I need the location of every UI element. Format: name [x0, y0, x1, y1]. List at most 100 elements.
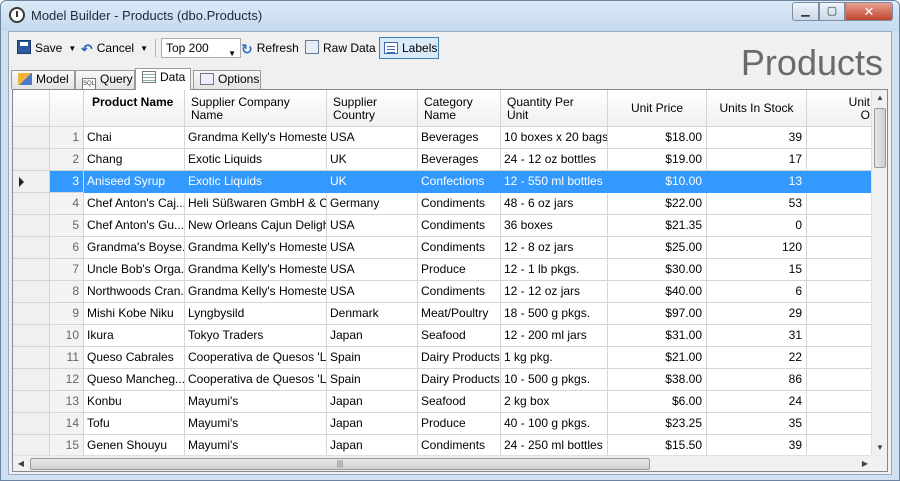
row-index[interactable]: 3 — [50, 171, 84, 193]
units-in-stock-cell[interactable]: 15 — [707, 259, 807, 281]
quantity-per-unit-cell[interactable]: 40 - 100 g pkgs. — [501, 413, 608, 435]
row-index[interactable]: 13 — [50, 391, 84, 413]
category-cell[interactable]: Produce — [418, 259, 501, 281]
quantity-per-unit-cell[interactable]: 10 boxes x 20 bags — [501, 127, 608, 149]
tab-query[interactable]: SQL Query — [75, 70, 135, 90]
row-index[interactable]: 1 — [50, 127, 84, 149]
row-selector[interactable] — [13, 281, 50, 303]
row-selector[interactable] — [13, 127, 50, 149]
row-index[interactable]: 4 — [50, 193, 84, 215]
unit-price-cell[interactable]: $97.00 — [608, 303, 707, 325]
table-row[interactable]: 12 Queso Mancheg... Cooperativa de Quesos … — [13, 369, 873, 391]
product-name-cell[interactable]: Uncle Bob's Orga... — [84, 259, 185, 281]
column-header-units-on-order[interactable]: Unit O — [807, 90, 873, 127]
units-on-order-cell[interactable] — [807, 259, 873, 281]
row-index[interactable]: 7 — [50, 259, 84, 281]
table-row[interactable]: 15 Genen Shouyu Mayumi's Japan Condiments 24 … — [13, 435, 873, 457]
quantity-per-unit-cell[interactable]: 24 - 12 oz bottles — [501, 149, 608, 171]
category-cell[interactable]: Seafood — [418, 325, 501, 347]
row-index[interactable]: 8 — [50, 281, 84, 303]
category-cell[interactable]: Dairy Products — [418, 369, 501, 391]
column-header-supplier-country[interactable]: Supplier Country — [327, 90, 418, 127]
units-on-order-cell[interactable] — [807, 127, 873, 149]
supplier-country-cell[interactable]: UK — [327, 171, 418, 193]
units-on-order-cell[interactable] — [807, 325, 873, 347]
supplier-company-cell[interactable]: Lyngbysild — [185, 303, 327, 325]
supplier-country-cell[interactable]: Spain — [327, 347, 418, 369]
unit-price-cell[interactable]: $22.00 — [608, 193, 707, 215]
table-row[interactable]: 11 Queso Cabrales Cooperativa de Quesos 'L… — [13, 347, 873, 369]
category-cell[interactable]: Dairy Products — [418, 347, 501, 369]
product-name-cell[interactable]: Queso Mancheg... — [84, 369, 185, 391]
column-header-product-name[interactable]: Product Name — [84, 90, 185, 127]
units-on-order-cell[interactable] — [807, 171, 873, 193]
labels-toggle-button[interactable]: Labels — [379, 37, 439, 59]
product-name-cell[interactable]: Tofu — [84, 413, 185, 435]
tab-options[interactable]: Options — [193, 70, 261, 89]
unit-price-cell[interactable]: $38.00 — [608, 369, 707, 391]
supplier-company-cell[interactable]: Mayumi's — [185, 413, 327, 435]
row-selector[interactable] — [13, 391, 50, 413]
units-on-order-cell[interactable] — [807, 435, 873, 457]
tab-data[interactable]: Data — [135, 68, 191, 90]
units-in-stock-cell[interactable]: 17 — [707, 149, 807, 171]
refresh-button[interactable]: ↻ Refresh — [241, 37, 299, 59]
unit-price-cell[interactable]: $18.00 — [608, 127, 707, 149]
horizontal-scrollbar[interactable]: ◀ ||| ▶ — [13, 455, 873, 471]
row-index[interactable]: 12 — [50, 369, 84, 391]
row-selector[interactable] — [13, 171, 50, 193]
maximize-button[interactable]: ▢ — [819, 2, 845, 21]
vertical-scrollbar[interactable]: ▲ ▼ — [871, 90, 887, 456]
units-on-order-cell[interactable] — [807, 369, 873, 391]
unit-price-cell[interactable]: $25.00 — [608, 237, 707, 259]
units-on-order-cell[interactable] — [807, 193, 873, 215]
scroll-up-icon[interactable]: ▲ — [872, 90, 887, 106]
save-button[interactable]: Save ▼ — [17, 37, 76, 59]
row-selector[interactable] — [13, 215, 50, 237]
horizontal-scroll-thumb[interactable]: ||| — [30, 458, 650, 470]
unit-price-cell[interactable]: $6.00 — [608, 391, 707, 413]
product-name-cell[interactable]: Konbu — [84, 391, 185, 413]
quantity-per-unit-cell[interactable]: 24 - 250 ml bottles — [501, 435, 608, 457]
row-selector[interactable] — [13, 149, 50, 171]
table-row[interactable]: 4 Chef Anton's Caj... Heli Süßwaren GmbH &… — [13, 193, 873, 215]
unit-price-cell[interactable]: $31.00 — [608, 325, 707, 347]
row-index[interactable]: 10 — [50, 325, 84, 347]
column-header-unit-price[interactable]: Unit Price — [608, 90, 707, 127]
units-on-order-cell[interactable] — [807, 215, 873, 237]
category-cell[interactable]: Beverages — [418, 127, 501, 149]
cancel-dropdown-icon[interactable]: ▼ — [140, 38, 148, 60]
unit-price-cell[interactable]: $19.00 — [608, 149, 707, 171]
supplier-company-cell[interactable]: Exotic Liquids — [185, 171, 327, 193]
supplier-company-cell[interactable]: Mayumi's — [185, 435, 327, 457]
category-cell[interactable]: Confections — [418, 171, 501, 193]
table-row[interactable]: 5 Chef Anton's Gu... New Orleans Cajun Del… — [13, 215, 873, 237]
row-selector[interactable] — [13, 237, 50, 259]
supplier-company-cell[interactable]: Grandma Kelly's Homestead — [185, 259, 327, 281]
supplier-country-cell[interactable]: Japan — [327, 413, 418, 435]
supplier-country-cell[interactable]: Germany — [327, 193, 418, 215]
table-row[interactable]: 13 Konbu Mayumi's Japan Seafood 2 kg box $6.00… — [13, 391, 873, 413]
row-index[interactable]: 2 — [50, 149, 84, 171]
quantity-per-unit-cell[interactable]: 12 - 1 lb pkgs. — [501, 259, 608, 281]
units-in-stock-cell[interactable]: 53 — [707, 193, 807, 215]
top-rows-combo[interactable]: Top 200 ▼ — [161, 38, 241, 58]
raw-data-button[interactable]: Raw Data — [305, 37, 376, 59]
units-in-stock-cell[interactable]: 6 — [707, 281, 807, 303]
units-in-stock-cell[interactable]: 35 — [707, 413, 807, 435]
supplier-country-cell[interactable]: USA — [327, 237, 418, 259]
table-row[interactable]: 9 Mishi Kobe Niku Lyngbysild Denmark Meat/Po… — [13, 303, 873, 325]
quantity-per-unit-cell[interactable]: 1 kg pkg. — [501, 347, 608, 369]
supplier-country-cell[interactable]: UK — [327, 149, 418, 171]
product-name-cell[interactable]: Aniseed Syrup — [84, 171, 185, 193]
table-row[interactable]: 14 Tofu Mayumi's Japan Produce 40 - 100 g pkg… — [13, 413, 873, 435]
unit-price-cell[interactable]: $30.00 — [608, 259, 707, 281]
unit-price-cell[interactable]: $40.00 — [608, 281, 707, 303]
unit-price-cell[interactable]: $21.35 — [608, 215, 707, 237]
product-name-cell[interactable]: Genen Shouyu — [84, 435, 185, 457]
table-row[interactable]: 2 Chang Exotic Liquids UK Beverages 24 - 12 o… — [13, 149, 873, 171]
supplier-company-cell[interactable]: Tokyo Traders — [185, 325, 327, 347]
units-in-stock-cell[interactable]: 120 — [707, 237, 807, 259]
supplier-country-cell[interactable]: Japan — [327, 325, 418, 347]
title-bar[interactable]: Model Builder - Products (dbo.Products) … — [1, 1, 899, 31]
